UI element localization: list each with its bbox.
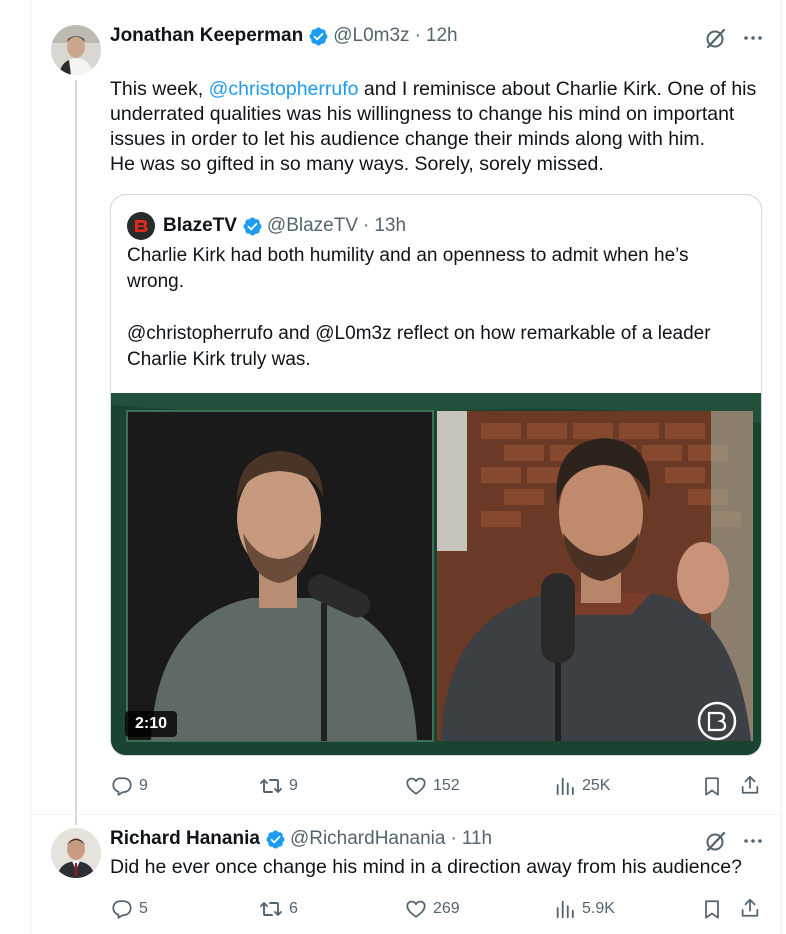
author-handle[interactable]: @L0m3z (333, 24, 409, 48)
verified-badge-icon (242, 216, 263, 237)
verified-badge-icon (265, 829, 286, 850)
author-name[interactable]: Jonathan Keeperman (110, 24, 303, 48)
like-button[interactable]: 152 (405, 775, 460, 797)
quote-author-handle[interactable]: @BlazeTV (267, 214, 358, 238)
reply-button[interactable]: 5 (111, 898, 148, 920)
separator-dot: · (363, 215, 370, 236)
timestamp[interactable]: 12h (426, 24, 458, 48)
repost-count: 6 (289, 900, 298, 917)
separator-dot: · (414, 25, 421, 46)
repost-count: 9 (289, 777, 298, 794)
like-count: 269 (433, 900, 460, 917)
reply-icon (112, 900, 132, 919)
like-button[interactable]: 269 (405, 898, 460, 920)
author-handle[interactable]: @RichardHanania (290, 827, 446, 851)
tweet2-top-actions (704, 829, 764, 853)
share-icon (741, 898, 759, 917)
heart-icon (406, 900, 426, 918)
grok-icon[interactable] (704, 829, 728, 853)
separator-dot: · (450, 828, 457, 849)
tweet1-top-actions (704, 26, 764, 50)
avatar-jonathan-keeperman[interactable] (51, 25, 101, 75)
heart-icon (406, 777, 426, 795)
mention-link[interactable]: @christopherrufo (209, 78, 359, 100)
tweet-text-segment: This week, (110, 78, 209, 100)
timeline: Jonathan Keeperman @L0m3z · 12h This wee… (0, 0, 786, 934)
views-icon (556, 777, 574, 796)
bookmark-button[interactable] (701, 775, 723, 797)
timestamp[interactable]: 11h (462, 827, 492, 851)
like-count: 152 (433, 777, 460, 794)
views-icon (556, 900, 574, 919)
tweet1-header: Jonathan Keeperman @L0m3z · 12h (110, 24, 458, 48)
repost-icon (260, 902, 282, 916)
verified-badge-icon (308, 26, 329, 47)
quote-header: BlazeTV @BlazeTV · 13h (127, 212, 406, 240)
timeline-border-left (30, 0, 31, 934)
timeline-border-right (781, 0, 782, 934)
bookmark-icon (705, 900, 719, 919)
video-thumbnail (111, 393, 761, 755)
tweet2-header: Richard Hanania @RichardHanania · 11h (110, 827, 492, 851)
bookmark-button[interactable] (701, 898, 723, 920)
reply-button[interactable]: 9 (111, 775, 148, 797)
tweet1-body: This week, @christopherrufo and I remini… (110, 52, 770, 152)
video-duration: 2:10 (125, 711, 178, 737)
quoted-tweet[interactable]: BlazeTV @BlazeTV · 13h Charlie Kirk had … (110, 194, 762, 756)
reply-count: 9 (139, 777, 148, 794)
video-player[interactable]: 2:10 (111, 393, 761, 755)
reply-count: 5 (139, 900, 148, 917)
author-name[interactable]: Richard Hanania (110, 827, 260, 851)
avatar-richard-hanania[interactable] (51, 828, 101, 878)
tweet1-body-paragraph2: He was so gifted in so many ways. Sorely… (110, 153, 604, 175)
share-button[interactable] (739, 774, 761, 796)
tweet2-body: Did he ever once change his mind in a di… (110, 856, 742, 878)
bookmark-icon (705, 777, 719, 796)
repost-button[interactable]: 9 (259, 775, 298, 797)
more-icon[interactable] (742, 830, 764, 852)
tweet-divider (31, 814, 781, 815)
grok-icon[interactable] (704, 26, 728, 50)
views-button[interactable]: 5.9K (554, 898, 615, 920)
quote-timestamp[interactable]: 13h (374, 214, 406, 238)
repost-icon (260, 779, 282, 793)
more-icon[interactable] (742, 27, 764, 49)
thread-connector (75, 80, 77, 825)
views-count: 5.9K (582, 900, 615, 917)
quote-body: Charlie Kirk had both humility and an op… (127, 245, 711, 370)
share-icon (741, 775, 759, 794)
views-button[interactable]: 25K (554, 775, 610, 797)
blazetv-avatar[interactable] (127, 212, 155, 240)
repost-button[interactable]: 6 (259, 898, 298, 920)
quote-author-name[interactable]: BlazeTV (163, 214, 237, 238)
share-button[interactable] (739, 897, 761, 919)
reply-icon (112, 777, 132, 796)
views-count: 25K (582, 777, 611, 794)
